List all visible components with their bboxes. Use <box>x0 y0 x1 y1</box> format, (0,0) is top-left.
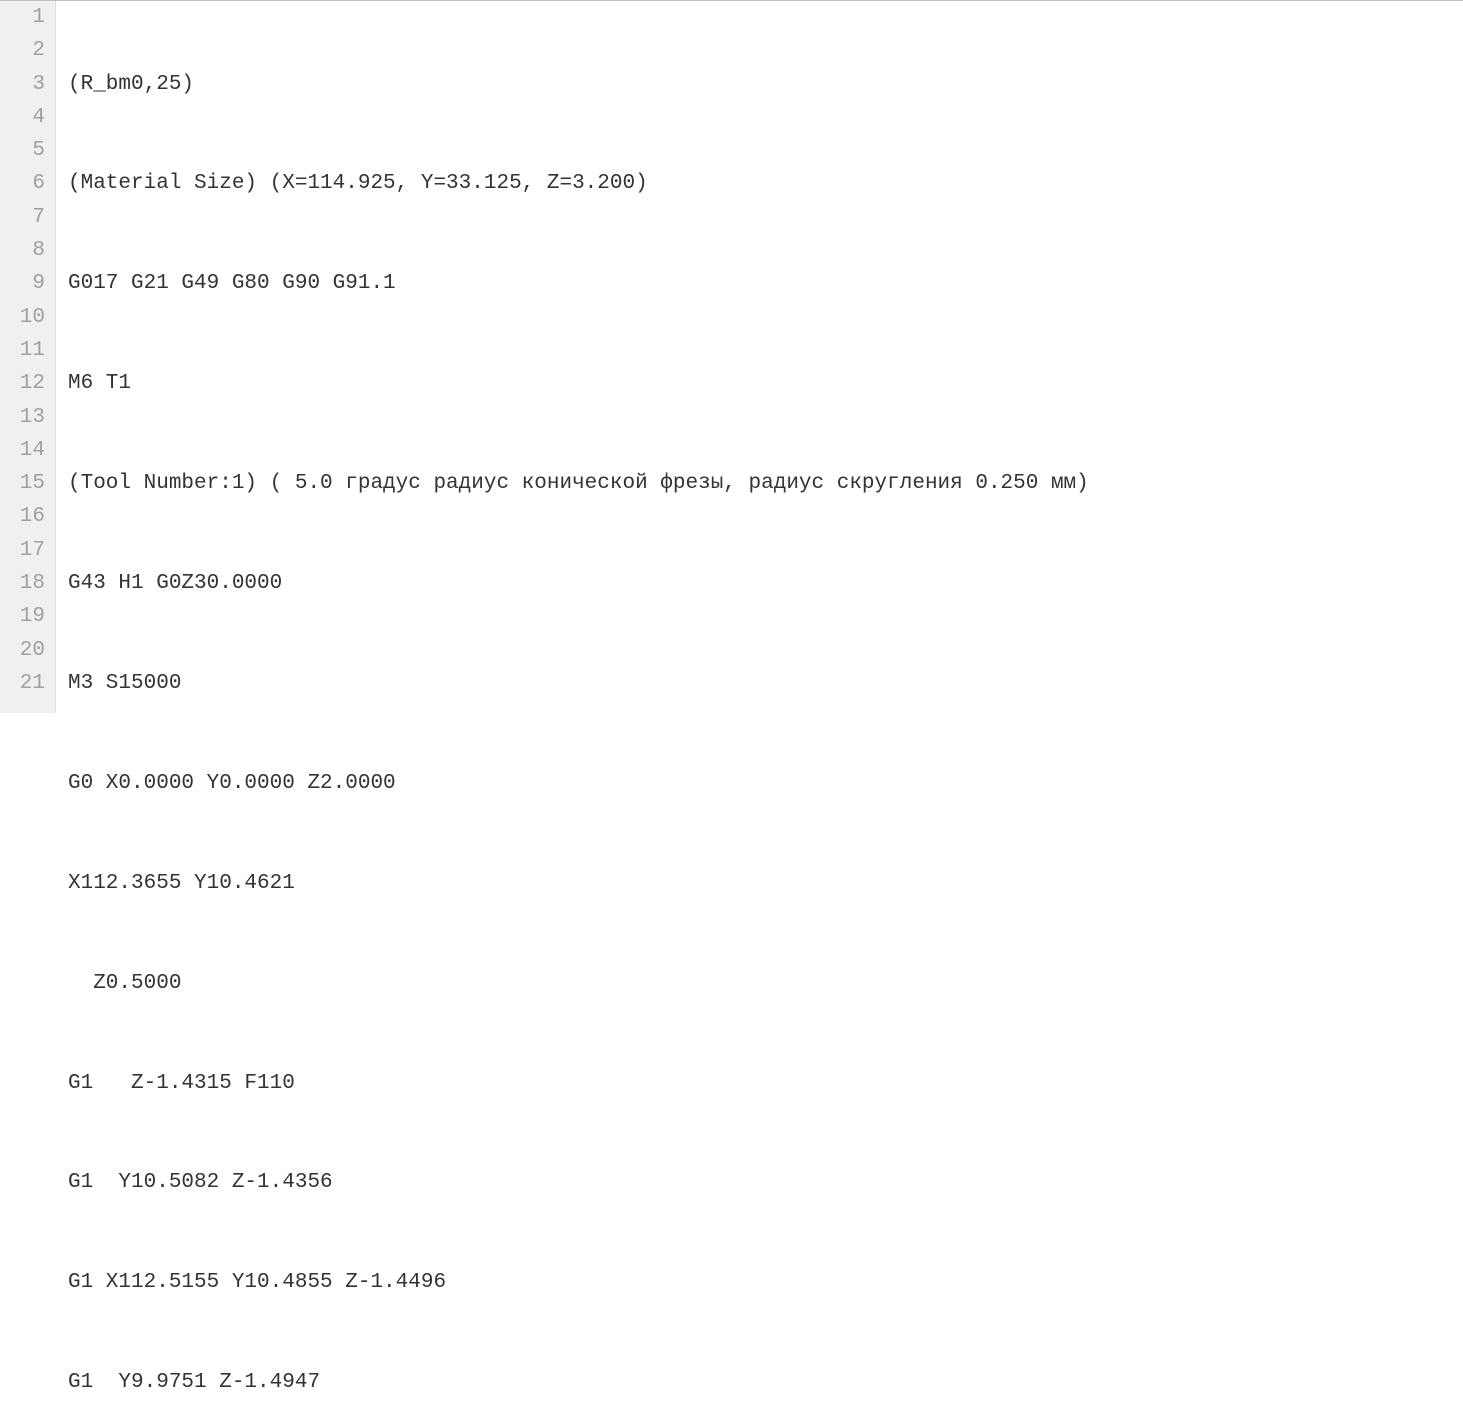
line-number: 20 <box>0 634 45 667</box>
code-line: G1 Z-1.4315 F110 <box>68 1067 1463 1100</box>
line-number: 2 <box>0 34 45 67</box>
code-editor: 1 2 3 4 5 6 7 8 9 10 11 12 13 14 15 16 1… <box>0 0 1463 713</box>
code-line: M6 T1 <box>68 367 1463 400</box>
line-number: 6 <box>0 167 45 200</box>
line-number: 21 <box>0 667 45 700</box>
code-line: (Material Size) (X=114.925, Y=33.125, Z=… <box>68 167 1463 200</box>
line-number: 13 <box>0 401 45 434</box>
code-line: (Tool Number:1) ( 5.0 градус радиус кони… <box>68 467 1463 500</box>
line-number: 15 <box>0 467 45 500</box>
code-line: G0 X0.0000 Y0.0000 Z2.0000 <box>68 767 1463 800</box>
line-number: 4 <box>0 101 45 134</box>
line-number: 12 <box>0 367 45 400</box>
code-line: G1 Y9.9751 Z-1.4947 <box>68 1366 1463 1399</box>
line-number: 16 <box>0 500 45 533</box>
line-number: 10 <box>0 301 45 334</box>
code-line: (R_bm0,25) <box>68 68 1463 101</box>
line-number: 11 <box>0 334 45 367</box>
line-number: 14 <box>0 434 45 467</box>
line-number: 5 <box>0 134 45 167</box>
code-line: G1 X112.5155 Y10.4855 Z-1.4496 <box>68 1266 1463 1299</box>
line-number: 17 <box>0 534 45 567</box>
code-line: X112.3655 Y10.4621 <box>68 867 1463 900</box>
line-number: 3 <box>0 68 45 101</box>
code-line: G43 H1 G0Z30.0000 <box>68 567 1463 600</box>
line-number: 1 <box>0 1 45 34</box>
code-area[interactable]: (R_bm0,25) (Material Size) (X=114.925, Y… <box>56 1 1463 713</box>
line-number: 18 <box>0 567 45 600</box>
line-number-gutter: 1 2 3 4 5 6 7 8 9 10 11 12 13 14 15 16 1… <box>0 1 56 713</box>
line-number: 7 <box>0 201 45 234</box>
line-number: 8 <box>0 234 45 267</box>
code-line: G1 Y10.5082 Z-1.4356 <box>68 1166 1463 1199</box>
line-number: 19 <box>0 600 45 633</box>
code-line: G017 G21 G49 G80 G90 G91.1 <box>68 267 1463 300</box>
code-line: M3 S15000 <box>68 667 1463 700</box>
code-line: Z0.5000 <box>68 967 1463 1000</box>
line-number: 9 <box>0 267 45 300</box>
